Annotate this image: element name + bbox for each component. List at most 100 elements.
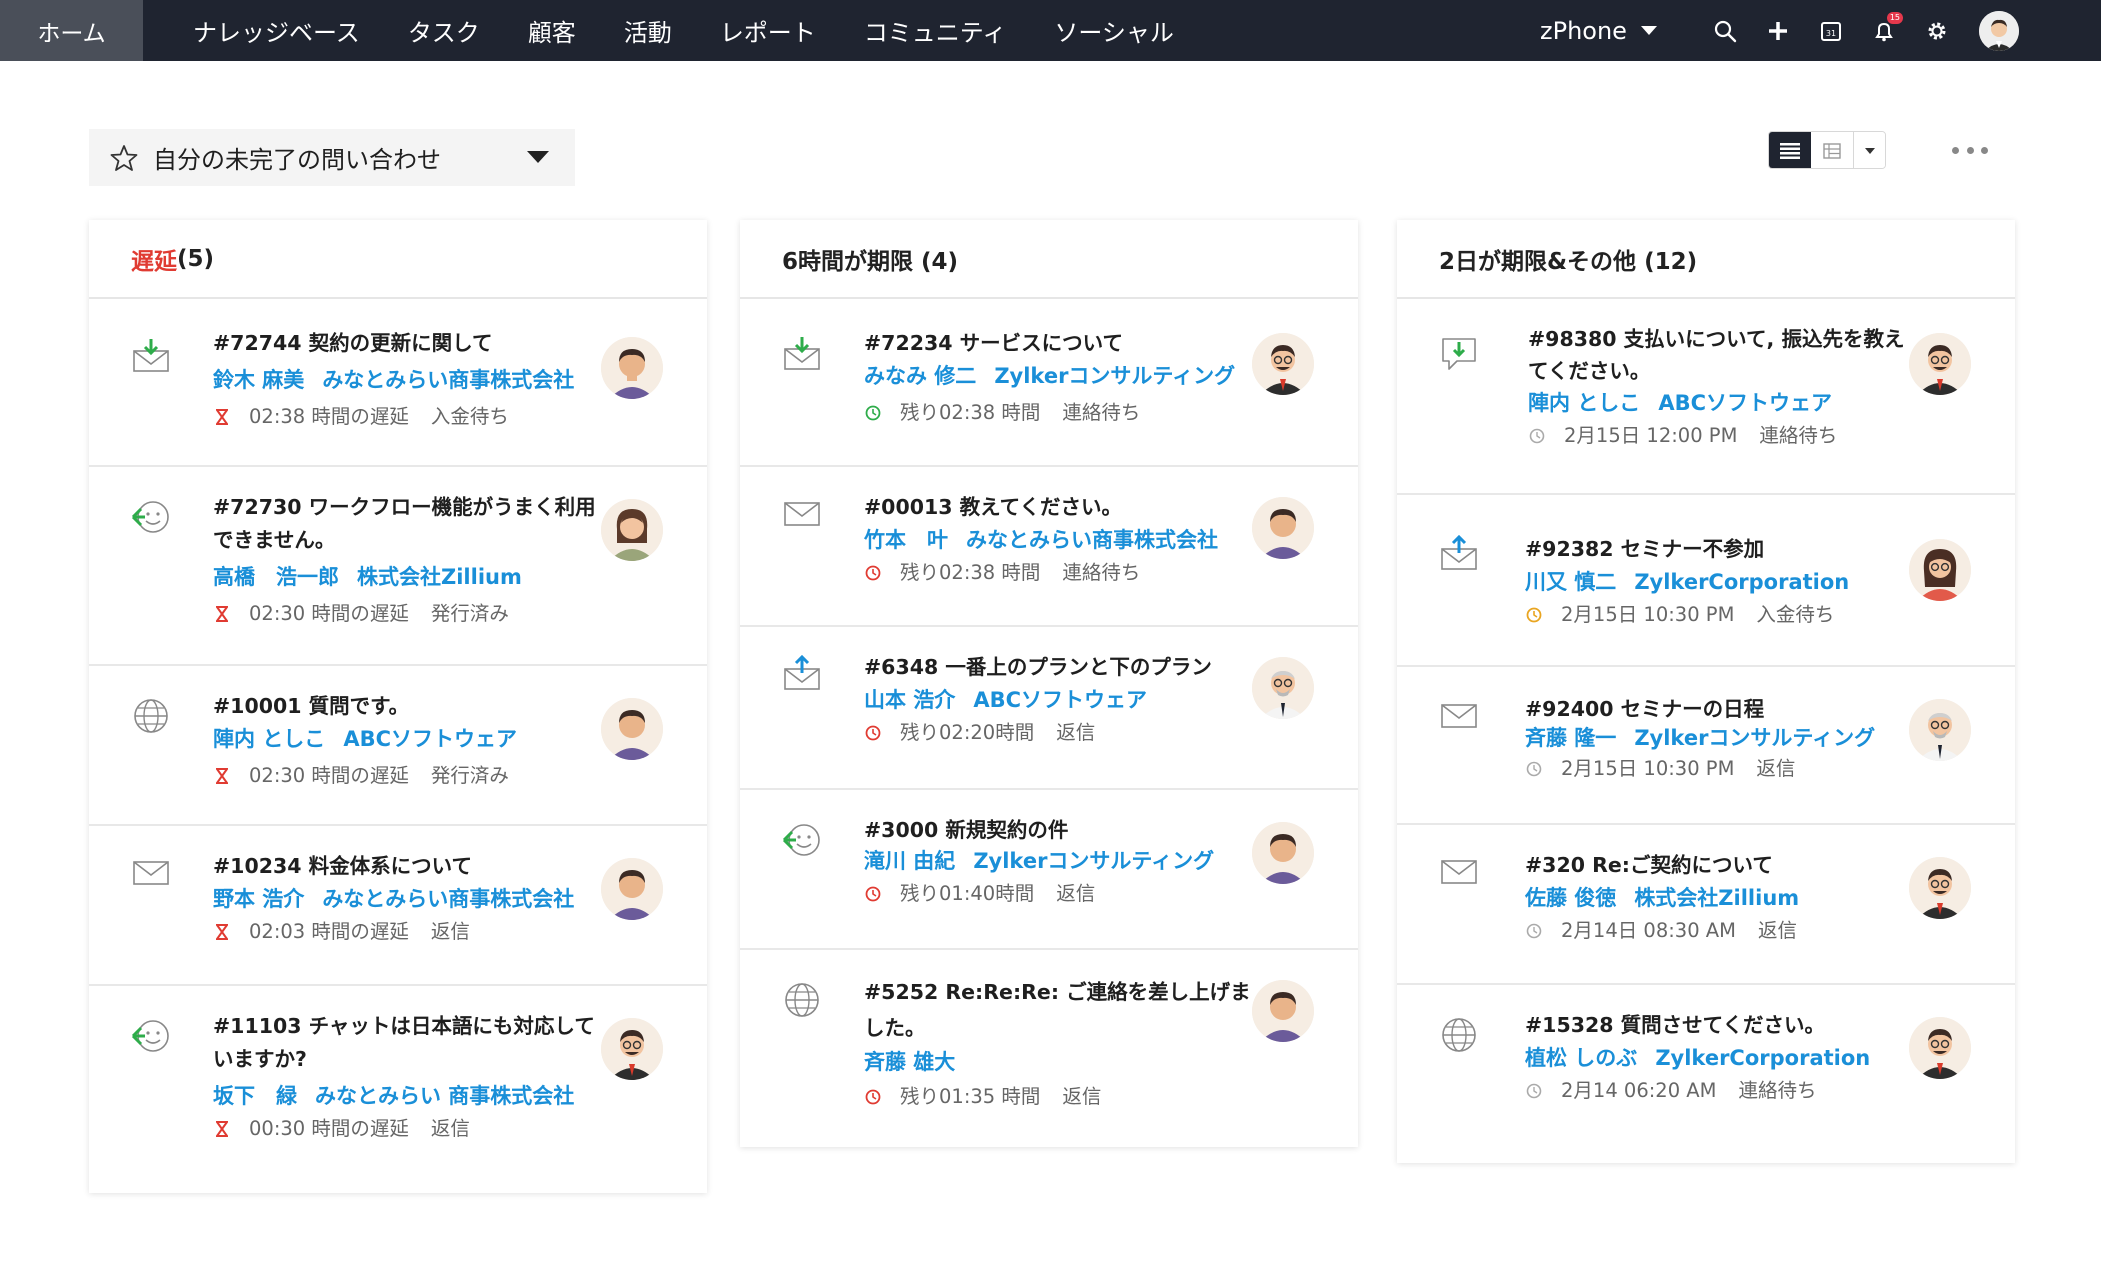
gear-icon[interactable] — [1922, 16, 1952, 46]
layout-dropdown-button[interactable] — [1853, 132, 1885, 168]
ticket-card[interactable]: #72730 ワークフロー機能がうまく利用できません。 高橋 浩一郎 株式会社Zi… — [89, 467, 707, 666]
agent-avatar[interactable] — [1252, 980, 1314, 1042]
ticket-title[interactable]: #10001 質問です。 — [213, 690, 603, 723]
agent-avatar[interactable] — [601, 337, 663, 399]
account-link[interactable]: ZylkerCorporation — [1634, 570, 1849, 594]
ticket-title[interactable]: #00013 教えてください。 — [864, 491, 1254, 524]
ticket-card[interactable]: #98380 支払いについて, 振込先を教えてください。 陣内 としこ ABCソフ… — [1397, 299, 2015, 495]
calendar-icon[interactable]: 31 — [1816, 16, 1846, 46]
agent-avatar[interactable] — [1909, 1017, 1971, 1079]
agent-avatar[interactable] — [601, 1018, 663, 1080]
user-avatar[interactable] — [1979, 10, 2019, 51]
agent-avatar[interactable] — [601, 698, 663, 760]
agent-avatar[interactable] — [1252, 822, 1314, 884]
nav-home-tab[interactable]: ホーム — [0, 0, 143, 61]
view-selector[interactable]: 自分の未完了の問い合わせ — [89, 129, 575, 186]
ticket-title[interactable]: #92382 セミナー不参加 — [1525, 533, 1915, 566]
column-overdue: 遅延 (5) #72744 契約の更新に関して 鈴木 麻美 みなとみらい商事株式会… — [89, 220, 707, 1193]
ticket-title[interactable]: #10234 料金体系について — [213, 850, 603, 883]
list-icon — [1780, 143, 1800, 159]
agent-avatar[interactable] — [1909, 857, 1971, 919]
ticket-card[interactable]: #3000 新規契約の件 滝川 由紀 Zylkerコンサルティング 残り01:40… — [740, 790, 1358, 950]
feedback-icon — [1442, 338, 1476, 370]
ticket-title[interactable]: #72730 ワークフロー機能がうまく利用できません。 — [213, 491, 603, 557]
ticket-card[interactable]: #00013 教えてください。 竹本 叶みなとみらい商事株式会社 残り02:38… — [740, 467, 1358, 627]
ticket-card[interactable]: #10234 料金体系について 野本 浩介 みなとみらい商事株式会社 02:03 … — [89, 826, 707, 986]
star-icon[interactable] — [109, 143, 139, 173]
ticket-card[interactable]: #6348 一番上のプランと下のプラン 山本 浩介 ABCソフトウェア 残り02:… — [740, 627, 1358, 790]
nav-item-community[interactable]: コミュニティ — [864, 13, 1007, 48]
bell-icon[interactable]: 15 — [1869, 11, 1903, 46]
contact-link[interactable]: 坂下 緑 — [213, 1084, 297, 1108]
agent-avatar[interactable] — [1909, 539, 1971, 601]
account-link[interactable]: ABCソフトウェア — [1658, 391, 1832, 415]
table-view-button[interactable] — [1811, 132, 1853, 168]
ticket-status: 返信 — [1056, 721, 1096, 744]
contact-link[interactable]: 斉藤 雄大 — [864, 1050, 955, 1074]
column-count: (5) — [177, 245, 215, 272]
ticket-card[interactable]: #320 Re:ご契約について 佐藤 俊徳 株式会社Zillium 2月14日 0… — [1397, 825, 2015, 985]
portal-switcher[interactable]: zPhone — [1540, 17, 1657, 45]
ticket-card[interactable]: #11103 チャットは日本語にも対応していますか? 坂下 緑みなとみらい 商事… — [89, 986, 707, 1193]
contact-link[interactable]: 佐藤 俊徳 — [1525, 886, 1616, 910]
account-link[interactable]: Zylkerコンサルティング — [1634, 726, 1875, 750]
account-link[interactable]: 株式会社Zillium — [357, 565, 522, 589]
list-view-button[interactable] — [1769, 132, 1811, 168]
contact-link[interactable]: 竹本 叶 — [864, 528, 948, 552]
contact-link[interactable]: 陣内 としこ — [1528, 391, 1640, 415]
account-link[interactable]: みなとみらい商事株式会社 — [966, 528, 1218, 552]
more-options-icon[interactable] — [1952, 140, 1988, 160]
account-link[interactable]: ZylkerCorporation — [1655, 1046, 1870, 1070]
account-link[interactable]: ABCソフトウェア — [973, 688, 1147, 712]
agent-avatar[interactable] — [1909, 333, 1971, 395]
agent-avatar[interactable] — [601, 499, 663, 561]
account-link[interactable]: みなとみらい商事株式会社 — [322, 368, 574, 392]
nav-item-social[interactable]: ソーシャル — [1054, 13, 1174, 48]
ticket-title[interactable]: #15328 質問させてください。 — [1525, 1009, 1915, 1042]
contact-link[interactable]: 滝川 由紀 — [864, 849, 955, 873]
nav-item-customers[interactable]: 顧客 — [528, 13, 576, 48]
agent-avatar[interactable] — [601, 858, 663, 920]
contact-link[interactable]: 陣内 としこ — [213, 727, 325, 751]
ticket-card[interactable]: #72744 契約の更新に関して 鈴木 麻美 みなとみらい商事株式会社 02:38… — [89, 299, 707, 467]
nav-item-activities[interactable]: 活動 — [624, 13, 672, 48]
ticket-card[interactable]: #92400 セミナーの日程 斉藤 隆一 Zylkerコンサルティング 2月15日… — [1397, 667, 2015, 825]
agent-avatar[interactable] — [1909, 699, 1971, 761]
ticket-title[interactable]: #72744 契約の更新に関して — [213, 327, 603, 360]
account-link[interactable]: ABCソフトウェア — [343, 727, 517, 751]
account-link[interactable]: みなとみらい商事株式会社 — [322, 887, 574, 911]
search-icon[interactable] — [1710, 16, 1740, 46]
contact-link[interactable]: 植松 しのぶ — [1525, 1046, 1637, 1070]
contact-link[interactable]: 山本 浩介 — [864, 688, 955, 712]
ticket-title[interactable]: #3000 新規契約の件 — [864, 814, 1254, 847]
ticket-card[interactable]: #5252 Re:Re:Re: ご連絡を差し上げました。 斉藤 雄大 残り01:… — [740, 950, 1358, 1147]
ticket-title[interactable]: #98380 支払いについて, 振込先を教えてください。 — [1528, 323, 1918, 387]
contact-link[interactable]: みなみ 修二 — [864, 364, 976, 388]
account-link[interactable]: Zylkerコンサルティング — [994, 364, 1235, 388]
contact-link[interactable]: 川又 慎二 — [1525, 570, 1616, 594]
nav-item-tasks[interactable]: タスク — [408, 13, 480, 48]
ticket-card[interactable]: #10001 質問です。 陣内 としこ ABCソフトウェア 02:30 時間の遅延… — [89, 666, 707, 826]
plus-icon[interactable] — [1763, 16, 1793, 46]
ticket-title[interactable]: #320 Re:ご契約について — [1525, 849, 1915, 882]
contact-link[interactable]: 斉藤 隆一 — [1525, 726, 1616, 750]
account-link[interactable]: Zylkerコンサルティング — [973, 849, 1214, 873]
contact-link[interactable]: 高橋 浩一郎 — [213, 565, 339, 589]
contact-link[interactable]: 鈴木 麻美 — [213, 368, 304, 392]
agent-avatar[interactable] — [1252, 333, 1314, 395]
ticket-title[interactable]: #11103 チャットは日本語にも対応していますか? — [213, 1010, 603, 1076]
account-link[interactable]: みなとみらい 商事株式会社 — [315, 1084, 574, 1108]
ticket-title[interactable]: #6348 一番上のプランと下のプラン — [864, 651, 1254, 684]
globe-icon — [1442, 1018, 1476, 1052]
ticket-card[interactable]: #15328 質問させてください。 植松 しのぶ ZylkerCorporatio… — [1397, 985, 2015, 1163]
agent-avatar[interactable] — [1252, 657, 1314, 719]
account-link[interactable]: 株式会社Zillium — [1634, 886, 1799, 910]
ticket-title[interactable]: #5252 Re:Re:Re: ご連絡を差し上げました。 — [864, 974, 1254, 1046]
contact-link[interactable]: 野本 浩介 — [213, 887, 304, 911]
ticket-card[interactable]: #72234 サービスについて みなみ 修二 Zylkerコンサルティング 残り0… — [740, 299, 1358, 467]
nav-item-reports[interactable]: レポート — [720, 13, 816, 48]
ticket-title[interactable]: #72234 サービスについて — [864, 327, 1254, 360]
nav-item-knowledge-base[interactable]: ナレッジベース — [193, 13, 360, 48]
ticket-card[interactable]: #92382 セミナー不参加 川又 慎二 ZylkerCorporation 2月… — [1397, 495, 2015, 667]
agent-avatar[interactable] — [1252, 497, 1314, 559]
